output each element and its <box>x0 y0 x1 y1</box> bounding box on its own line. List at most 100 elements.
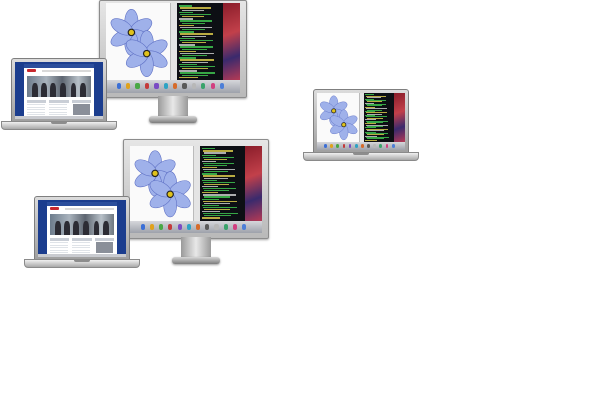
terminal-line <box>201 198 219 200</box>
dock-icon[interactable] <box>232 223 238 230</box>
text-line <box>49 242 68 244</box>
terminal-line <box>181 74 209 76</box>
dock-icon[interactable] <box>242 223 247 230</box>
dock-icon[interactable] <box>116 83 121 90</box>
terminal-line <box>203 206 238 209</box>
dock-icon[interactable] <box>367 143 370 148</box>
flower-drawing <box>134 150 191 218</box>
terminal-line <box>201 192 219 194</box>
dock-icon[interactable] <box>177 223 182 230</box>
dock <box>317 142 405 150</box>
terminal-line <box>201 154 216 156</box>
dock-icon[interactable] <box>348 143 352 148</box>
text-line <box>49 252 68 254</box>
terminal-line <box>178 37 195 40</box>
dock <box>38 254 126 257</box>
dock-icon[interactable] <box>342 143 346 148</box>
dock-icon[interactable] <box>182 83 187 90</box>
dock-icon[interactable] <box>219 83 225 90</box>
devices-scene <box>0 0 595 400</box>
text-line <box>49 244 68 246</box>
section-heading <box>72 238 92 241</box>
site-logo <box>49 207 60 211</box>
dock-icon[interactable] <box>144 83 150 90</box>
dock-icon[interactable] <box>373 143 377 148</box>
terminal-line <box>203 156 234 158</box>
text-line <box>49 109 68 111</box>
terminal-line <box>178 31 195 33</box>
hero-image <box>26 76 92 98</box>
dock-icon[interactable] <box>126 83 131 90</box>
text-line <box>49 111 68 113</box>
text-line <box>26 111 45 113</box>
terminal-line <box>201 204 220 206</box>
terminal-line <box>204 215 231 217</box>
dock-icon[interactable] <box>205 223 210 230</box>
dock-icon[interactable] <box>154 83 159 90</box>
website-screen <box>15 62 103 119</box>
dock-icon[interactable] <box>324 143 327 148</box>
terminal-line <box>181 48 207 50</box>
dock <box>130 220 262 233</box>
web-page <box>23 64 95 119</box>
dock-icon[interactable] <box>336 143 340 148</box>
terminal-line <box>180 65 215 68</box>
nav-bar[interactable] <box>42 70 92 72</box>
person-figure <box>83 220 90 236</box>
dock-icon[interactable] <box>201 83 206 90</box>
dock-icon[interactable] <box>186 223 191 230</box>
terminal-line <box>178 18 194 20</box>
desktop-screen <box>317 93 405 150</box>
terminal-line <box>203 175 235 177</box>
nav-bar[interactable] <box>65 208 115 210</box>
dock-icon[interactable] <box>223 223 228 230</box>
person-figure <box>102 220 109 236</box>
dock-icon[interactable] <box>140 223 145 230</box>
dock-icon[interactable] <box>163 83 168 90</box>
dock-icon[interactable] <box>210 83 215 90</box>
terminal-line <box>203 194 237 196</box>
terminal-window <box>363 93 394 143</box>
dock-icon[interactable] <box>159 223 164 230</box>
terminal-line <box>204 152 227 154</box>
person-figure <box>72 220 79 236</box>
dock-icon[interactable] <box>191 83 197 90</box>
person-figure <box>31 82 38 98</box>
terminal-line <box>203 200 237 202</box>
terminal-line <box>204 171 228 173</box>
dock-icon[interactable] <box>196 223 201 230</box>
site-logo <box>26 69 37 73</box>
terminal-line <box>203 150 234 152</box>
monitor-top <box>99 0 247 126</box>
dock-icon[interactable] <box>168 223 173 230</box>
dock-icon[interactable] <box>149 223 155 230</box>
flower-drawing <box>319 95 358 141</box>
video-thumbnail[interactable] <box>73 103 90 115</box>
dock-icon[interactable] <box>173 83 178 90</box>
terminal-line <box>180 33 213 35</box>
dock-icon[interactable] <box>214 223 219 230</box>
text-line <box>72 244 91 246</box>
laptop-right <box>303 89 419 161</box>
dock-icon[interactable] <box>379 143 383 148</box>
terminal-line <box>203 188 236 190</box>
video-thumbnail[interactable] <box>96 241 113 253</box>
terminal-line <box>178 5 193 7</box>
dock-icon[interactable] <box>135 83 140 90</box>
laptop-top-left <box>1 58 117 130</box>
person-figure <box>54 220 61 236</box>
terminal-line <box>201 217 221 219</box>
terminal-line <box>201 173 217 175</box>
terminal-line <box>178 76 198 79</box>
terminal-line <box>180 39 213 42</box>
website-screen <box>38 200 126 257</box>
dock-icon[interactable] <box>391 143 395 148</box>
section-heading <box>49 238 70 241</box>
dock-icon[interactable] <box>385 143 389 148</box>
text-line <box>26 109 45 111</box>
web-page <box>46 202 118 257</box>
desktop-screen <box>106 3 240 93</box>
dock-icon[interactable] <box>361 143 364 148</box>
dock-icon[interactable] <box>330 143 333 148</box>
dock-icon[interactable] <box>354 143 358 148</box>
